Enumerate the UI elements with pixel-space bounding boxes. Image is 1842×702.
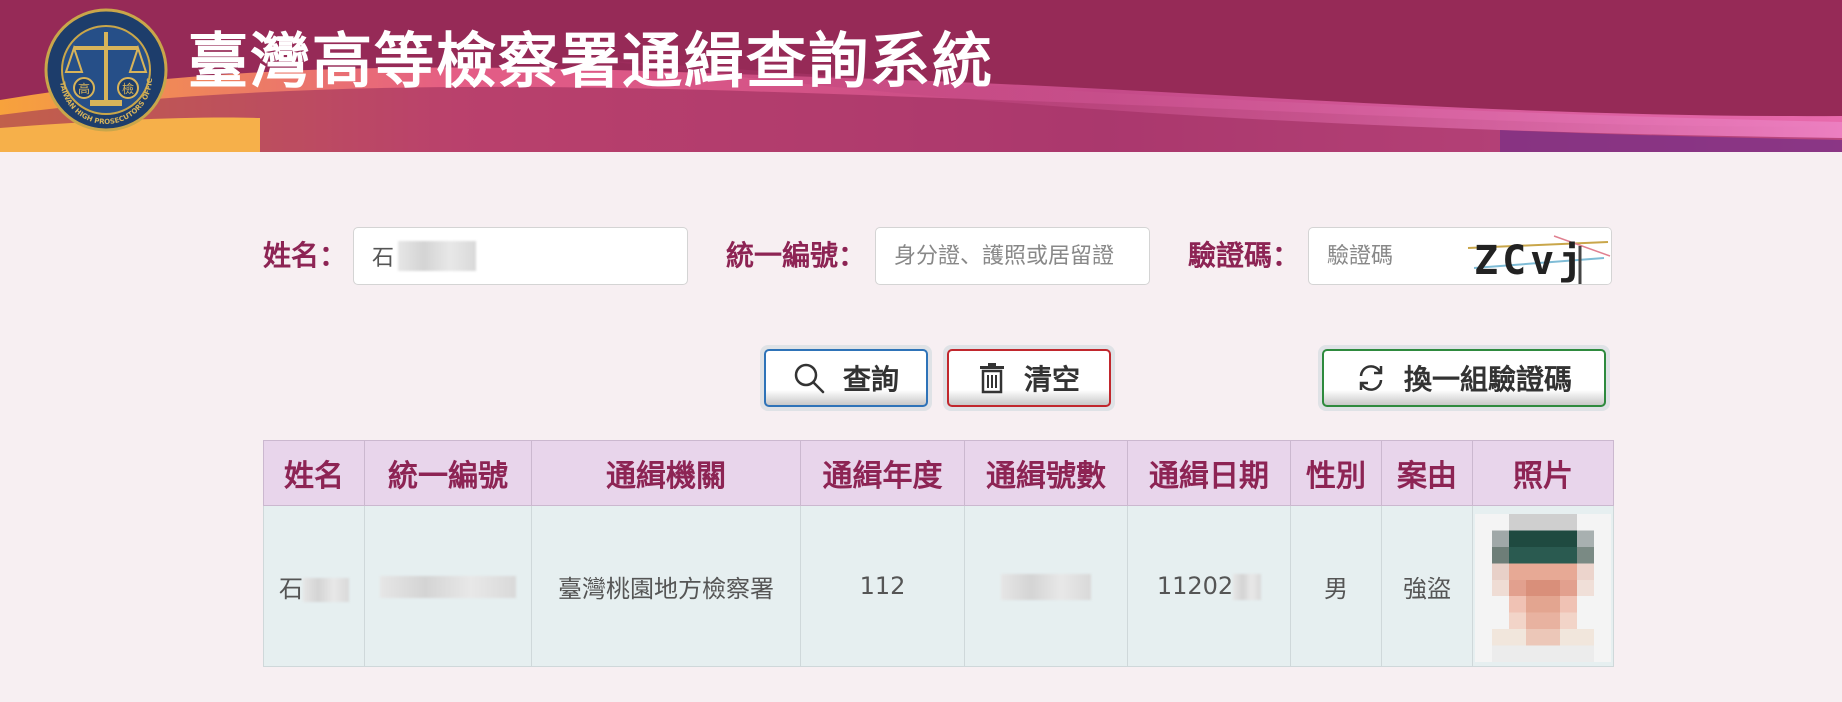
redacted-mask bbox=[1233, 574, 1262, 600]
captcha-label: 驗證碼： bbox=[1188, 239, 1301, 272]
column-header-year: 通緝年度 bbox=[800, 440, 965, 506]
refresh-icon bbox=[1359, 365, 1383, 391]
refresh-captcha-button-wrap: 換一組驗證碼 bbox=[1318, 345, 1610, 411]
column-header-name: 姓名 bbox=[263, 440, 365, 506]
search-button-label: 查詢 bbox=[842, 363, 899, 396]
cell-name-text: 石 bbox=[279, 574, 303, 603]
cell-reason: 強盜 bbox=[1381, 505, 1473, 667]
captcha-input[interactable] bbox=[1308, 227, 1465, 285]
id-number-input[interactable] bbox=[875, 227, 1150, 285]
clear-button-label: 清空 bbox=[1023, 363, 1080, 396]
svg-text:檢: 檢 bbox=[122, 81, 134, 96]
cell-name: 石 bbox=[263, 505, 365, 667]
redacted-mask bbox=[380, 576, 516, 598]
column-header-number: 通緝號數 bbox=[964, 440, 1128, 506]
svg-text:ZCvj: ZCvj bbox=[1474, 238, 1586, 284]
table-row: 石 臺灣桃園地方檢察署 112 11202 男 強盜 bbox=[263, 505, 1614, 667]
suspect-photo[interactable] bbox=[1475, 514, 1611, 662]
cell-id-number bbox=[364, 505, 532, 667]
redacted-mask bbox=[1001, 574, 1091, 600]
results-table: 姓名 統一編號 通緝機關 通緝年度 通緝號數 通緝日期 性別 案由 照片 石 臺… bbox=[263, 440, 1614, 667]
cell-year: 112 bbox=[800, 505, 965, 667]
svg-text:高: 高 bbox=[78, 81, 90, 96]
column-header-id-number: 統一編號 bbox=[364, 440, 532, 506]
redacted-name-mask bbox=[398, 241, 476, 271]
column-header-photo: 照片 bbox=[1472, 440, 1614, 506]
captcha-image: ZCvj bbox=[1464, 227, 1612, 285]
clear-button[interactable]: 清空 bbox=[947, 349, 1111, 407]
cell-number bbox=[964, 505, 1128, 667]
refresh-captcha-button-label: 換一組驗證碼 bbox=[1403, 363, 1572, 396]
cell-agency: 臺灣桃園地方檢察署 bbox=[531, 505, 801, 667]
search-icon bbox=[794, 363, 825, 394]
site-header: 高 檢 TAIWAN HIGH PROSECUTORS OFFICE 臺灣高等檢… bbox=[0, 0, 1842, 152]
clear-button-wrap: 清空 bbox=[943, 345, 1115, 411]
redacted-mask bbox=[303, 577, 349, 602]
column-header-gender: 性別 bbox=[1290, 440, 1382, 506]
cell-date: 11202 bbox=[1127, 505, 1291, 667]
cell-gender: 男 bbox=[1290, 505, 1382, 667]
cell-date-text: 11202 bbox=[1156, 572, 1234, 600]
name-label: 姓名： bbox=[263, 239, 348, 272]
column-header-date: 通緝日期 bbox=[1127, 440, 1291, 506]
column-header-agency: 通緝機關 bbox=[531, 440, 801, 506]
prosecutors-office-logo: 高 檢 TAIWAN HIGH PROSECUTORS OFFICE bbox=[44, 8, 168, 132]
search-button[interactable]: 查詢 bbox=[764, 349, 928, 407]
search-button-wrap: 查詢 bbox=[760, 345, 932, 411]
table-header-row: 姓名 統一編號 通緝機關 通緝年度 通緝號數 通緝日期 性別 案由 照片 bbox=[263, 440, 1614, 506]
id-number-label: 統一編號： bbox=[726, 239, 867, 272]
page-title: 臺灣高等檢察署通緝查詢系統 bbox=[188, 27, 994, 97]
trash-icon bbox=[979, 363, 1004, 394]
cell-photo bbox=[1472, 505, 1614, 667]
column-header-reason: 案由 bbox=[1381, 440, 1473, 506]
refresh-captcha-button[interactable]: 換一組驗證碼 bbox=[1322, 349, 1606, 407]
